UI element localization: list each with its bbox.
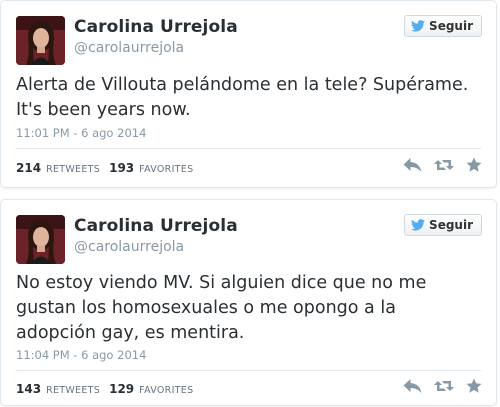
tweet-timestamp[interactable]: 11:01 PM - 6 ago 2014 <box>16 126 146 140</box>
reply-icon[interactable] <box>403 378 422 394</box>
tweet-stats: 214 RETWEETS 193 FAVORITES <box>16 161 197 175</box>
retweet-label[interactable]: RETWEETS <box>46 385 100 396</box>
favorite-label[interactable]: FAVORITES <box>139 385 193 396</box>
tweet-actions <box>403 157 482 173</box>
author-handle[interactable]: @carolaurrejola <box>74 40 184 56</box>
tweet-text: Alerta de Villouta pelándome en la tele?… <box>16 75 469 120</box>
favorite-count[interactable]: 193 <box>109 161 134 175</box>
tweet-text: No estoy viendo MV. Si alguien dice que … <box>16 273 427 343</box>
tweet-card: Carolina Urrejola @carolaurrejola Seguir… <box>0 199 497 406</box>
tweet-card: Carolina Urrejola @carolaurrejola Seguir… <box>0 0 497 188</box>
retweet-count[interactable]: 214 <box>16 161 41 175</box>
tweet-stats: 143 RETWEETS 129 FAVORITES <box>16 382 197 396</box>
tweet-timestamp[interactable]: 11:04 PM - 6 ago 2014 <box>16 348 146 362</box>
author-name[interactable]: Carolina Urrejola <box>74 216 238 236</box>
tweet-actions <box>403 378 482 394</box>
favorite-icon[interactable] <box>466 157 482 173</box>
avatar[interactable] <box>16 16 65 65</box>
follow-label: Seguir <box>429 19 473 33</box>
retweet-count[interactable]: 143 <box>16 382 41 396</box>
retweet-icon[interactable] <box>434 157 454 173</box>
twitter-bird-icon <box>411 219 426 231</box>
divider <box>16 370 481 371</box>
retweet-label[interactable]: RETWEETS <box>46 164 100 175</box>
author-name[interactable]: Carolina Urrejola <box>74 17 238 37</box>
follow-label: Seguir <box>429 218 473 232</box>
twitter-bird-icon <box>411 20 426 32</box>
divider <box>16 148 481 149</box>
reply-icon[interactable] <box>403 157 422 173</box>
favorite-icon[interactable] <box>466 378 482 394</box>
avatar[interactable] <box>16 215 65 264</box>
follow-button[interactable]: Seguir <box>404 15 482 37</box>
favorite-count[interactable]: 129 <box>109 382 134 396</box>
follow-button[interactable]: Seguir <box>404 214 482 236</box>
retweet-icon[interactable] <box>434 378 454 394</box>
favorite-label[interactable]: FAVORITES <box>139 164 193 175</box>
author-handle[interactable]: @carolaurrejola <box>74 239 184 255</box>
